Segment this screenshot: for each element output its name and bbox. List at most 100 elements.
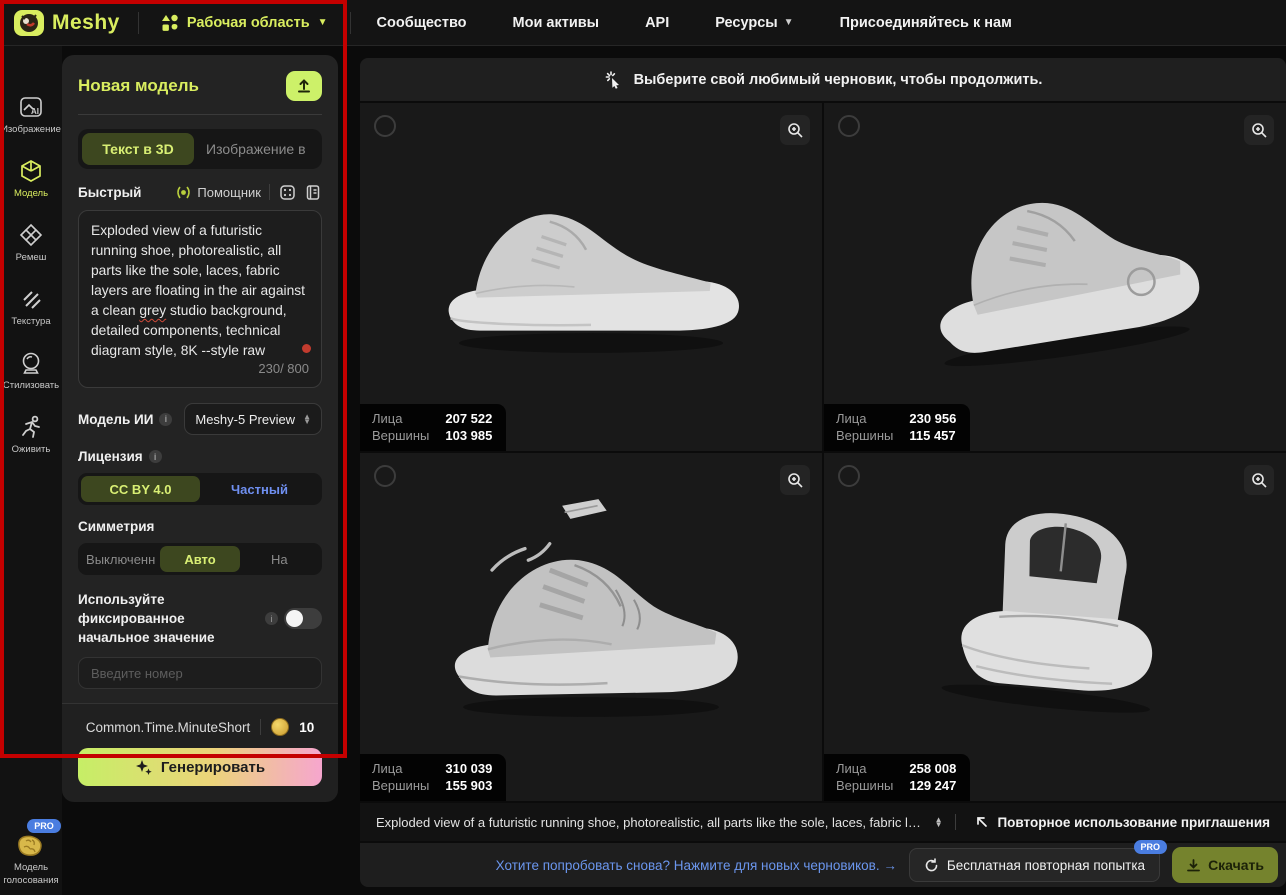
license-cc-option[interactable]: CC BY 4.0 xyxy=(81,476,200,502)
meshy-logo[interactable]: Meshy xyxy=(0,10,138,36)
download-button[interactable]: Скачать xyxy=(1172,847,1278,883)
char-counter: 230/ 800 xyxy=(258,359,309,379)
shoe-render xyxy=(910,498,1200,728)
mode-tabs: Текст в 3D Изображение в xyxy=(78,129,322,169)
info-icon[interactable]: i xyxy=(159,413,172,426)
workspace-grid-icon xyxy=(161,14,179,32)
fixed-seed-toggle[interactable] xyxy=(284,608,322,629)
ai-model-select[interactable]: Meshy-5 Preview ▲▼ xyxy=(184,403,322,435)
faces-value: 207 522 xyxy=(445,411,492,426)
nav-links: Сообщество Мои активы API Ресурсы▼ Присо… xyxy=(377,15,1012,31)
quality-mode-label[interactable]: Быстрый xyxy=(78,185,167,200)
top-navbar: Meshy Рабочая область ▼ Сообщество Мои а… xyxy=(0,0,1286,46)
reuse-prompt-button[interactable]: Повторное использование приглашения xyxy=(975,815,1270,830)
draft-card-3[interactable]: Лица 310 039 Вершины 155 903 xyxy=(360,453,822,801)
divider xyxy=(78,114,322,115)
generate-button[interactable]: Генерировать xyxy=(78,748,322,786)
license-private-option[interactable]: Частный xyxy=(200,476,319,502)
click-spark-icon xyxy=(604,70,624,90)
free-retry-button[interactable]: Бесплатная повторная попытка PRO xyxy=(909,848,1160,882)
random-prompt-icon[interactable] xyxy=(278,183,296,201)
image-ai-icon: AI xyxy=(18,94,44,120)
generation-time-label: Common.Time.MinuteShort xyxy=(86,720,251,735)
draft-card-1[interactable]: Лица 207 522 Вершины 103 985 xyxy=(360,103,822,451)
left-icon-rail: AI Изображение Модель Ремеш Текстура Сти… xyxy=(0,46,62,895)
prompt-expand-icon[interactable]: ▲▼ xyxy=(935,817,943,827)
nav-resources[interactable]: Ресурсы▼ xyxy=(715,15,793,31)
spellcheck-dot-icon[interactable] xyxy=(302,344,311,353)
divider xyxy=(269,184,270,200)
magnifier-plus-icon xyxy=(1251,122,1268,139)
meshy-logo-text: Meshy xyxy=(52,11,120,35)
download-icon xyxy=(1186,858,1201,873)
shoe-render xyxy=(890,151,1220,376)
assistant-label: Помощник xyxy=(197,185,261,200)
sidebar-item-remesh[interactable]: Ремеш xyxy=(0,210,62,274)
tab-text-to-3d[interactable]: Текст в 3D xyxy=(82,133,194,165)
zoom-in-button[interactable] xyxy=(780,465,810,495)
sidebar-item-label: Модель xyxy=(14,189,48,200)
toggle-knob xyxy=(286,610,303,627)
prompt-library-icon[interactable] xyxy=(304,183,322,201)
draft-select-radio[interactable] xyxy=(374,465,396,487)
sidebar-item-image[interactable]: AI Изображение xyxy=(0,82,62,146)
nav-api[interactable]: API xyxy=(645,15,669,31)
vertices-label: Вершины xyxy=(836,778,893,793)
seed-number-input[interactable] xyxy=(78,657,322,689)
draft-select-radio[interactable] xyxy=(838,115,860,137)
cube-icon xyxy=(18,158,44,184)
assistant-toggle[interactable]: Помощник xyxy=(175,185,261,200)
draft-card-4[interactable]: Лица 258 008 Вершины 129 247 xyxy=(824,453,1286,801)
running-person-icon xyxy=(18,414,44,440)
prompt-misspelled-word: grey xyxy=(139,303,166,318)
pro-badge: PRO xyxy=(1134,840,1168,854)
zoom-in-button[interactable] xyxy=(780,115,810,145)
retry-hint-link[interactable]: Хотите попробовать снова? Нажмите для но… xyxy=(496,858,897,873)
info-icon[interactable]: i xyxy=(265,612,278,625)
download-label: Скачать xyxy=(1208,857,1264,873)
vertices-value: 129 247 xyxy=(909,778,956,793)
workspace-menu[interactable]: Рабочая область ▼ xyxy=(139,14,350,32)
refresh-icon xyxy=(924,858,939,873)
mesh-stats: Лица 258 008 Вершины 129 247 xyxy=(824,754,970,801)
prompt-textarea[interactable]: Exploded view of a futuristic running sh… xyxy=(78,210,322,388)
symmetry-off-option[interactable]: Выключенн xyxy=(81,546,160,572)
sidebar-item-label: Оживить xyxy=(12,445,51,456)
sidebar-item-texture[interactable]: Текстура xyxy=(0,274,62,338)
ai-model-value: Meshy-5 Preview xyxy=(195,412,295,427)
vertices-label: Вершины xyxy=(836,428,893,443)
magnifier-plus-icon xyxy=(787,472,804,489)
draft-select-radio[interactable] xyxy=(838,465,860,487)
symmetry-auto-option[interactable]: Авто xyxy=(160,546,239,572)
draft-card-2[interactable]: Лица 230 956 Вершины 115 457 xyxy=(824,103,1286,451)
reuse-prompt-label: Повторное использование приглашения xyxy=(997,815,1270,830)
shoe-render xyxy=(426,156,756,371)
faces-label: Лица xyxy=(372,761,429,776)
sidebar-item-animate[interactable]: Оживить xyxy=(0,402,62,466)
upload-icon xyxy=(296,78,312,94)
fixed-seed-label: Используйте фиксированное начальное знач… xyxy=(78,590,259,647)
brain-icon xyxy=(14,831,48,861)
symmetry-on-option[interactable]: На xyxy=(240,546,319,572)
nav-join-us[interactable]: Присоединяйтесь к нам xyxy=(840,15,1012,31)
info-icon[interactable]: i xyxy=(149,450,162,463)
sidebar-item-stylize[interactable]: Стилизовать xyxy=(0,338,62,402)
ai-model-label: Модель ИИ xyxy=(78,412,153,427)
svg-text:AI: AI xyxy=(31,107,39,116)
sidebar-item-model[interactable]: Модель xyxy=(0,146,62,210)
chevron-down-icon: ▼ xyxy=(318,17,328,28)
nav-my-assets[interactable]: Мои активы xyxy=(513,15,600,31)
draft-grid: Лица 207 522 Вершины 103 985 xyxy=(360,103,1286,801)
free-retry-label: Бесплатная повторная попытка xyxy=(947,858,1145,873)
tab-image-to-3d[interactable]: Изображение в xyxy=(194,133,318,165)
zoom-in-button[interactable] xyxy=(1244,465,1274,495)
magnifier-plus-icon xyxy=(1251,472,1268,489)
nav-community[interactable]: Сообщество xyxy=(377,15,467,31)
upload-button[interactable] xyxy=(286,71,322,101)
voting-model-widget[interactable]: PRO Модель голосования xyxy=(0,819,62,887)
draft-preview-area: Выберите свой любимый черновик, чтобы пр… xyxy=(360,58,1286,887)
zoom-in-button[interactable] xyxy=(1244,115,1274,145)
shoe-render xyxy=(426,491,756,736)
draft-select-radio[interactable] xyxy=(374,115,396,137)
symmetry-segmented: Выключенн Авто На xyxy=(78,543,322,575)
